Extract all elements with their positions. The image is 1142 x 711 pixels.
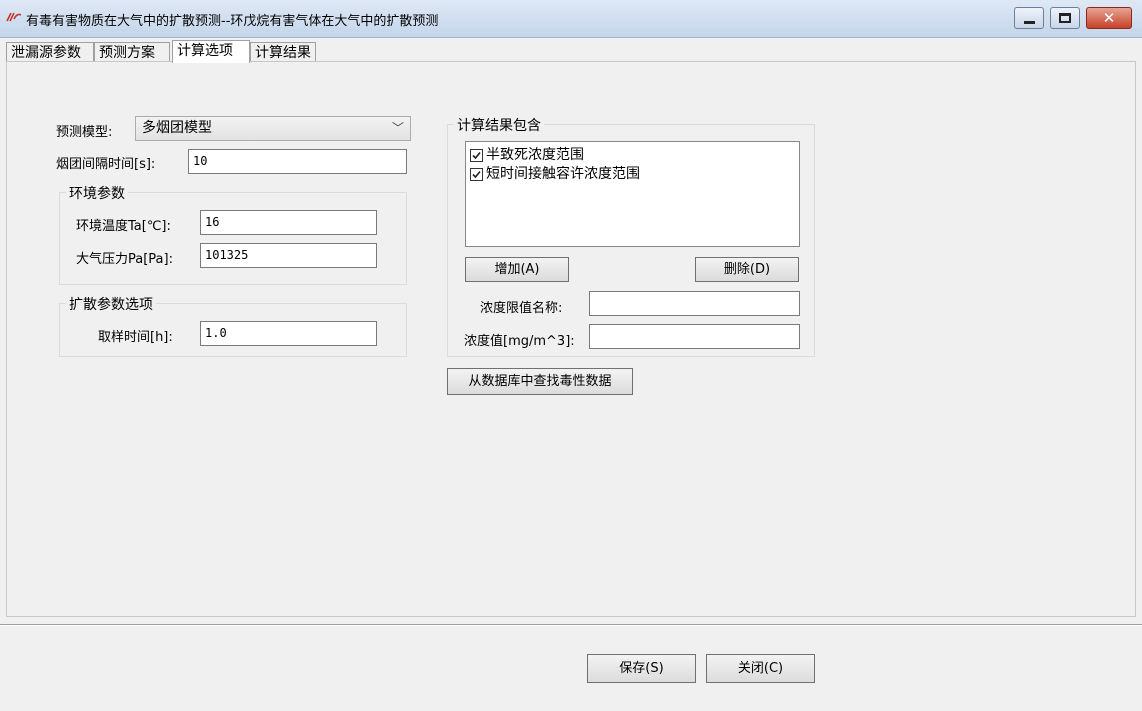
conc-value-label: 浓度值[mg/m^3]: (464, 334, 575, 349)
minimize-button[interactable] (1014, 7, 1044, 29)
list-item-label: 半致死浓度范围 (486, 147, 584, 163)
diffusion-params-group: 扩散参数选项 取样时间[h]: 1.0 (59, 294, 407, 357)
close-button[interactable]: 关闭(C) (706, 654, 815, 683)
add-button[interactable]: 增加(A) (465, 257, 569, 282)
conc-value-input[interactable] (589, 324, 800, 349)
env-params-group: 环境参数 环境温度Ta[℃]: 16 大气压力Pa[Pa]: 101325 (59, 183, 407, 285)
app-logo-icon (6, 11, 22, 25)
chevron-down-icon: ﹀ (391, 121, 404, 135)
model-label: 预测模型: (56, 125, 113, 140)
interval-input[interactable]: 10 (188, 149, 407, 174)
diffusion-params-title: 扩散参数选项 (66, 294, 156, 314)
model-select[interactable]: 多烟团模型 ﹀ (135, 116, 411, 141)
footer-separator (0, 624, 1142, 626)
env-params-title: 环境参数 (66, 183, 128, 203)
close-icon: ✕ (1102, 9, 1116, 27)
sampling-label: 取样时间[h]: (98, 330, 173, 345)
list-item-label: 短时间接触容许浓度范围 (486, 166, 640, 182)
maximize-icon (1059, 13, 1071, 23)
results-include-title: 计算结果包含 (454, 115, 544, 135)
window-title: 有毒有害物质在大气中的扩散预测--环戊烷有害气体在大气中的扩散预测 (26, 14, 439, 29)
limit-name-input[interactable] (589, 291, 800, 316)
temp-label: 环境温度Ta[℃]: (76, 219, 171, 234)
maximize-button[interactable] (1050, 7, 1080, 29)
list-item[interactable]: 短时间接触容许浓度范围 (470, 163, 640, 182)
results-listbox[interactable]: 半致死浓度范围 短时间接触容许浓度范围 (465, 141, 800, 247)
lookup-toxicity-button[interactable]: 从数据库中查找毒性数据 (447, 368, 633, 395)
sampling-input[interactable]: 1.0 (200, 321, 377, 346)
title-bar: 有毒有害物质在大气中的扩散预测--环戊烷有害气体在大气中的扩散预测 ✕ (0, 0, 1142, 38)
save-button[interactable]: 保存(S) (587, 654, 696, 683)
minimize-icon (1024, 21, 1035, 24)
delete-button[interactable]: 删除(D) (695, 257, 799, 282)
results-include-group: 计算结果包含 半致死浓度范围 短时间接触容许浓度范围 增加(A) 删除(D) 浓… (447, 115, 815, 357)
pressure-label: 大气压力Pa[Pa]: (76, 252, 173, 267)
list-item[interactable]: 半致死浓度范围 (470, 144, 584, 163)
checkbox-checked-icon[interactable] (470, 148, 483, 162)
close-window-button[interactable]: ✕ (1086, 7, 1132, 29)
tab-content-panel: 预测模型: 多烟团模型 ﹀ 烟团间隔时间[s]: 10 环境参数 环境温度Ta[… (6, 61, 1136, 617)
model-select-value: 多烟团模型 (142, 120, 212, 136)
interval-label: 烟团间隔时间[s]: (56, 157, 156, 172)
tab-prediction-plan[interactable]: 预测方案 (94, 42, 170, 62)
limit-name-label: 浓度限值名称: (480, 301, 563, 316)
tab-calc-results[interactable]: 计算结果 (250, 42, 316, 62)
checkbox-checked-icon[interactable] (470, 167, 483, 181)
tab-leak-source[interactable]: 泄漏源参数 (6, 42, 94, 62)
temp-input[interactable]: 16 (200, 210, 377, 235)
pressure-input[interactable]: 101325 (200, 243, 377, 268)
tab-calc-options[interactable]: 计算选项 (172, 40, 250, 63)
